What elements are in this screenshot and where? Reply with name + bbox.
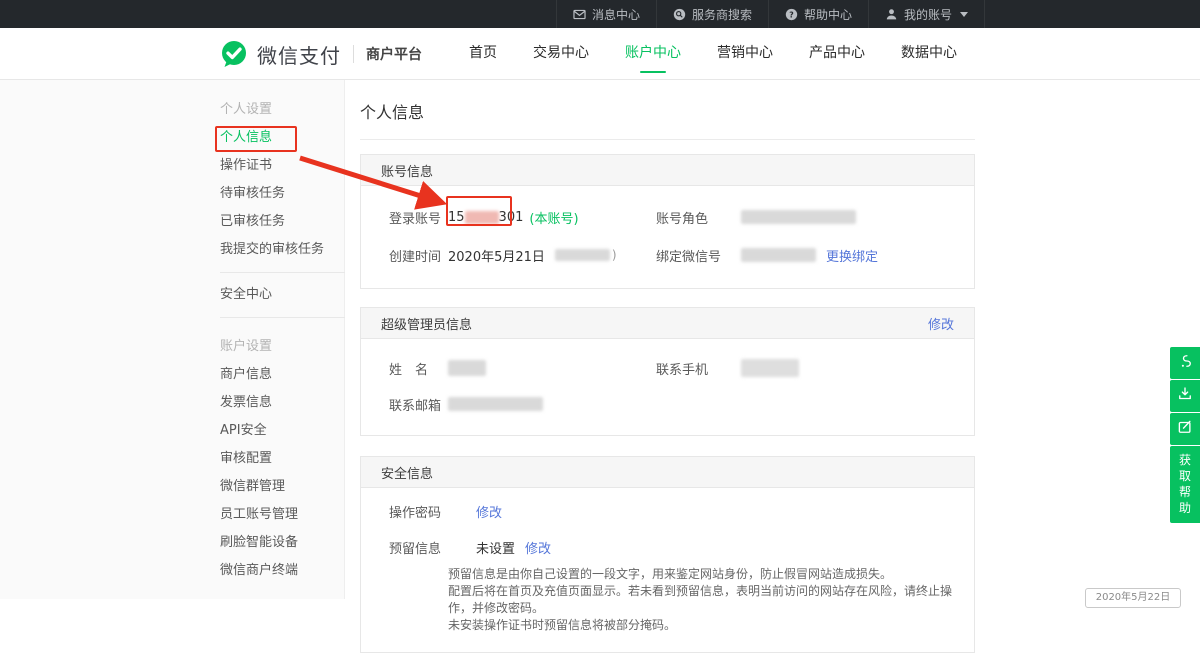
get-help-label-char: 获: [1170, 452, 1200, 468]
nav-account-center[interactable]: 账户中心: [607, 28, 699, 80]
reserve-info-description: 预留信息是由你自己设置的一段文字，用来鉴定网站身份，防止假冒网站造成损失。 配置…: [448, 566, 974, 634]
redacted-login-digits: [465, 211, 499, 224]
nav-product-center[interactable]: 产品中心: [791, 28, 883, 80]
service-provider-search-link[interactable]: 服务商搜索: [656, 0, 768, 28]
redacted-created-time: [555, 249, 610, 261]
svg-text:?: ?: [789, 10, 793, 19]
login-account-label: 登录账号: [389, 208, 448, 227]
topbar-item-label: 我的账号: [904, 6, 952, 23]
sidebar-divider: [220, 317, 345, 318]
account-role-label: 账号角色: [656, 208, 741, 227]
portal-name: 商户平台: [366, 44, 422, 64]
get-help-label-char: 助: [1170, 500, 1200, 516]
primary-nav: 首页 交易中心 账户中心 营销中心 产品中心 数据中心: [451, 28, 975, 80]
topbar-item-label: 消息中心: [592, 6, 640, 23]
created-time-paren: ): [612, 248, 617, 262]
download-icon: [1176, 385, 1194, 407]
topbar-item-label: 服务商搜索: [692, 6, 752, 23]
security-info-card: 安全信息 操作密码 修改 预留信息 未设置 修改 预留信息是由你自己设置的一段文…: [360, 456, 975, 653]
sidebar-item-security-center[interactable]: 安全中心: [220, 281, 344, 309]
change-binding-link[interactable]: 更换绑定: [826, 246, 878, 265]
bound-wechat-label: 绑定微信号: [656, 246, 741, 265]
brand[interactable]: 微信支付 商户平台: [220, 28, 422, 80]
help-icon: ?: [785, 8, 798, 21]
security-info-card-title: 安全信息: [381, 463, 433, 482]
sidebar-item-personal-info[interactable]: 个人信息: [220, 124, 344, 152]
reserve-info-label: 预留信息: [389, 538, 476, 557]
get-help-label-char: 取: [1170, 468, 1200, 484]
help-center-link[interactable]: ? 帮助中心: [768, 0, 868, 28]
brand-name: 微信支付: [257, 40, 341, 69]
download-button[interactable]: [1170, 380, 1200, 412]
redacted-wechat-id: [741, 248, 816, 262]
super-admin-card-title: 超级管理员信息: [381, 314, 472, 333]
contact-phone-label: 联系手机: [656, 359, 741, 378]
date-tooltip: 2020年5月22日: [1085, 588, 1181, 608]
brand-divider: [353, 45, 354, 63]
feedback-icon: [1176, 418, 1194, 440]
login-account-value: 15301: [448, 210, 523, 225]
search-icon: [673, 8, 686, 21]
nav-marketing-center[interactable]: 营销中心: [699, 28, 791, 80]
sidebar-item-pending-review-tasks[interactable]: 待审核任务: [220, 180, 344, 208]
main-content: 个人信息 账号信息 登录账号 15301 (本账号) 账号角色: [360, 80, 975, 653]
site-header: 微信支付 商户平台 首页 交易中心 账户中心 营销中心 产品中心 数据中心: [0, 28, 1200, 80]
get-help-button[interactable]: 获取帮助: [1170, 446, 1200, 523]
sidebar-divider: [220, 272, 345, 273]
sidebar-section-account-settings: 账户设置: [220, 333, 344, 361]
chevron-down-icon: [960, 12, 968, 17]
sidebar-item-operation-certificate[interactable]: 操作证书: [220, 152, 344, 180]
reserve-info-value: 未设置: [476, 538, 515, 557]
wechat-pay-logo-icon: [220, 40, 248, 68]
topbar-item-label: 帮助中心: [804, 6, 852, 23]
sidebar-item-wechat-group-management[interactable]: 微信群管理: [220, 473, 344, 501]
account-info-card-title: 账号信息: [381, 161, 433, 180]
message-icon: [573, 8, 586, 21]
feedback-button[interactable]: [1170, 413, 1200, 445]
account-info-card: 账号信息 登录账号 15301 (本账号) 账号角色 创建时间: [360, 154, 975, 289]
redacted-email: [448, 397, 543, 411]
name-label: 姓 名: [389, 359, 448, 378]
get-help-label-char: 帮: [1170, 484, 1200, 500]
miniprogram-button[interactable]: [1170, 347, 1200, 379]
sidebar-item-invoice-info[interactable]: 发票信息: [220, 389, 344, 417]
edit-reserve-info-link[interactable]: 修改: [525, 538, 551, 557]
message-center-link[interactable]: 消息中心: [556, 0, 656, 28]
nav-data-center[interactable]: 数据中心: [883, 28, 975, 80]
nav-transaction-center[interactable]: 交易中心: [515, 28, 607, 80]
redacted-account-role: [741, 210, 856, 224]
sidebar-item-reviewed-tasks[interactable]: 已审核任务: [220, 208, 344, 236]
sidebar-item-review-config[interactable]: 审核配置: [220, 445, 344, 473]
sidebar-item-staff-account-management[interactable]: 员工账号管理: [220, 501, 344, 529]
sidebar-item-wechat-merchant-terminal[interactable]: 微信商户终端: [220, 557, 344, 585]
account-icon: [885, 8, 898, 21]
page-title: 个人信息: [360, 80, 975, 140]
floating-action-menu: 获取帮助: [1170, 347, 1200, 523]
operation-password-label: 操作密码: [389, 502, 476, 521]
sidebar-item-merchant-info[interactable]: 商户信息: [220, 361, 344, 389]
sidebar: 个人设置 个人信息 操作证书 待审核任务 已审核任务 我提交的审核任务 安全中心…: [0, 80, 345, 599]
created-time-label: 创建时间: [389, 246, 448, 265]
current-account-tag: (本账号): [529, 208, 578, 227]
edit-operation-password-link[interactable]: 修改: [476, 502, 502, 521]
sidebar-item-my-submitted-review-tasks[interactable]: 我提交的审核任务: [220, 236, 344, 264]
redacted-name: [448, 360, 486, 376]
top-utility-bar: 消息中心 服务商搜索 ? 帮助中心: [0, 0, 1200, 28]
sidebar-item-api-security[interactable]: API安全: [220, 417, 344, 445]
super-admin-card: 超级管理员信息 修改 姓 名 联系手机 联系邮箱: [360, 307, 975, 436]
nav-home[interactable]: 首页: [451, 28, 515, 80]
redacted-phone: [741, 359, 799, 377]
edit-super-admin-link[interactable]: 修改: [928, 314, 954, 333]
created-time-value: 2020年5月21日: [448, 246, 545, 265]
sidebar-section-personal-settings: 个人设置: [220, 96, 344, 124]
contact-email-label: 联系邮箱: [389, 395, 448, 414]
my-account-menu[interactable]: 我的账号: [868, 0, 985, 28]
sidebar-item-face-smart-device[interactable]: 刷脸智能设备: [220, 529, 344, 557]
miniprogram-icon: [1176, 352, 1194, 374]
